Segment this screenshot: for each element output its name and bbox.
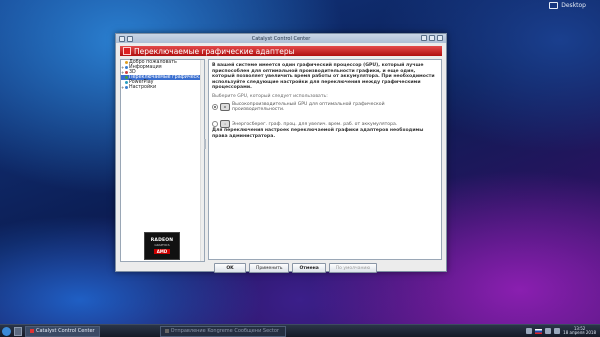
keyboard-layout-icon[interactable] <box>535 328 543 334</box>
page-header: Переключаемые графические адаптеры <box>120 46 442 56</box>
intro-text: В вашей системе имеется один графический… <box>212 63 435 90</box>
window-body: Добро пожаловать + Информация +3D Переключае… <box>120 59 442 262</box>
choose-gpu-label: Выберите GPU, который следует использова… <box>212 93 328 99</box>
info-icon <box>125 66 128 69</box>
network-icon[interactable] <box>554 328 561 334</box>
dialog-buttons: OK Применить Отмена По умолчанию <box>214 263 378 273</box>
apply-button[interactable]: Применить <box>249 263 290 273</box>
cube-icon <box>125 71 128 74</box>
switchable-graphics-icon <box>123 47 131 55</box>
radeon-logo: RADEON GRAPHICS AMD <box>144 232 180 260</box>
high-performance-label: Высокопроизводительный GPU для оптимальн… <box>231 102 385 112</box>
globe-icon <box>125 61 128 64</box>
task-inactive[interactable]: Отправление Kongreme Сообщени Sector <box>159 325 286 337</box>
power-saving-radio[interactable] <box>212 121 218 127</box>
cancel-button[interactable]: Отмена <box>292 263 326 273</box>
volume-icon[interactable] <box>545 328 552 334</box>
defaults-button[interactable]: По умолчанию <box>328 263 378 273</box>
expander-icon[interactable]: + <box>121 70 124 75</box>
catalyst-task-icon <box>30 329 34 333</box>
task-catalyst[interactable]: Catalyst Control Center <box>25 325 100 337</box>
desktop-label-text: Desktop <box>561 2 586 9</box>
battery-icon <box>125 81 128 84</box>
display-icon[interactable] <box>526 328 533 334</box>
ok-button[interactable]: OK <box>214 263 246 273</box>
desktop-icon <box>549 2 559 9</box>
catalyst-window: Catalyst Control Center Переключаемые гр… <box>115 33 447 273</box>
desktop-label[interactable]: Desktop <box>549 2 586 9</box>
intel-gpu-icon: i <box>220 120 230 128</box>
navigation-tree: Добро пожаловать + Информация +3D Переключае… <box>120 59 205 262</box>
application-launcher-icon[interactable] <box>2 326 11 336</box>
sidebar-scrollbar[interactable] <box>200 60 204 261</box>
settings-icon <box>125 86 128 89</box>
gpu-option-high-performance[interactable]: ⚙ Высокопроизводительный GPU для оптимал… <box>212 102 438 112</box>
gpu-option-power-saving[interactable]: i Энергосберег. граф. проц. для увелич. … <box>212 120 438 128</box>
task-inactive-label: Отправление Kongreme Сообщени Sector <box>170 328 279 334</box>
amd-gpu-icon: ⚙ <box>219 103 230 111</box>
minimize-icon[interactable] <box>421 35 427 41</box>
window-title: Catalyst Control Center <box>251 35 311 42</box>
clock[interactable]: 13:52 18 апреля 2018 <box>563 326 596 336</box>
admin-note: Для переключения настроек переключаемой … <box>212 128 424 139</box>
clock-date: 18 апреля 2018 <box>563 330 596 335</box>
sidebar-item-label: Настройки <box>129 85 157 90</box>
expander-icon[interactable]: + <box>121 85 124 90</box>
inactive-task-icon <box>164 329 169 333</box>
sidebar-item[interactable]: + Настройки <box>121 85 204 90</box>
task-catalyst-label: Catalyst Control Center <box>36 328 95 334</box>
power-saving-label: Энергосберег. граф. проц. для увелич. вр… <box>232 121 398 127</box>
pager-icon[interactable] <box>14 326 22 336</box>
system-tray: 13:52 18 апреля 2018 <box>526 325 596 337</box>
panel-splitter[interactable] <box>204 139 206 149</box>
content-panel: В вашей системе имеется один графический… <box>208 59 442 260</box>
close-icon[interactable] <box>437 35 443 41</box>
window-titlebar[interactable]: Catalyst Control Center <box>116 34 446 43</box>
high-performance-radio[interactable] <box>212 104 218 110</box>
page-title: Переключаемые графические адаптеры <box>134 46 295 56</box>
switch-icon <box>125 76 128 79</box>
logo-brand: AMD <box>153 249 171 254</box>
maximize-icon[interactable] <box>429 35 435 41</box>
taskbar: Catalyst Control Center Отправление Kong… <box>0 324 600 337</box>
logo-line2: GRAPHICS <box>154 243 170 247</box>
